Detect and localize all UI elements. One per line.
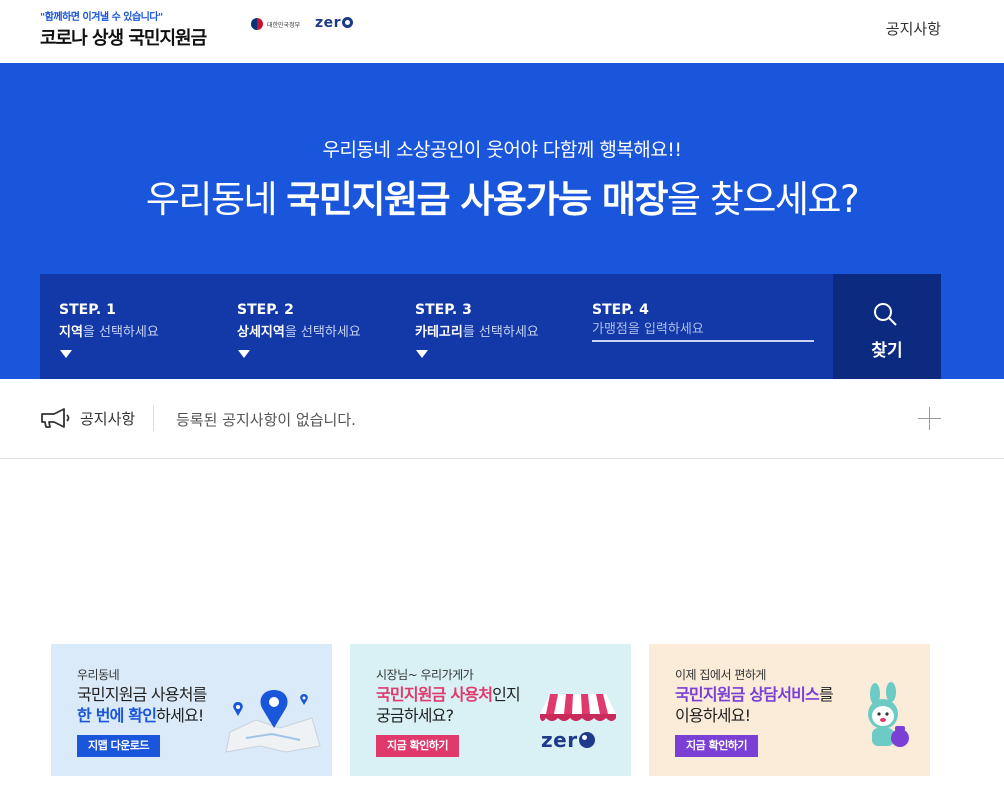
banner-2-small: 시장님~ 우리가게가 bbox=[376, 668, 474, 682]
step-2-label: STEP. 2 bbox=[237, 302, 294, 318]
taegeuk-icon bbox=[251, 18, 263, 30]
gov-label: 대한민국정부 bbox=[267, 21, 301, 29]
rabbit-mascot-icon bbox=[868, 682, 909, 747]
find-button-label: 찾기 bbox=[871, 341, 903, 361]
step-2-hint-text: 을 선택하세요 bbox=[284, 325, 361, 340]
hero-title-bold: 국민지원금 사용가능 매장 bbox=[286, 178, 668, 221]
banner-3-headline: 국민지원금 상담서비스를 이용하세요! bbox=[675, 684, 834, 726]
notice-title: 공지사항 bbox=[80, 410, 136, 428]
zeropay-logo: zer bbox=[315, 15, 354, 31]
banner-map-download[interactable]: 우리동네 국민지원금 사용처를 한 번에 확인하세요! 지맵 다운로드 bbox=[51, 644, 332, 776]
step-category-select[interactable]: STEP. 3 카테고리를 선택하세요 bbox=[415, 302, 539, 358]
banner-2-line1-accent: 국민지원금 사용처 bbox=[376, 685, 493, 704]
step-2-hint: 상세지역을 선택하세요 bbox=[237, 321, 361, 340]
step-3-hint: 카테고리를 선택하세요 bbox=[415, 321, 539, 340]
hero-title-pre: 우리동네 bbox=[145, 178, 287, 221]
consult-button[interactable]: 지금 확인하기 bbox=[675, 735, 759, 757]
step-region-select[interactable]: STEP. 1 지역을 선택하세요 bbox=[59, 302, 159, 358]
site-logo[interactable]: "함께하면 이겨낼 수 있습니다" 코로나 상생 국민지원금 bbox=[40, 8, 207, 50]
banner-2-headline: 국민지원금 사용처인지 궁금하세요? bbox=[376, 684, 521, 726]
store-check-button[interactable]: 지금 확인하기 bbox=[376, 735, 460, 757]
find-button[interactable]: 찾기 bbox=[833, 274, 941, 379]
store-name-input[interactable] bbox=[592, 319, 814, 342]
step-1-hint-bold: 지역 bbox=[59, 325, 83, 340]
banner-2-line2: 궁금하세요? bbox=[376, 706, 454, 725]
banner-3-line1-wrap: 국민지원금 상담서비스를 bbox=[675, 684, 834, 705]
store-search-bar: STEP. 1 지역을 선택하세요 STEP. 2 상세지역을 선택하세요 ST… bbox=[40, 274, 941, 379]
plus-icon[interactable] bbox=[918, 407, 941, 430]
banner-3-small: 이제 집에서 편하게 bbox=[675, 668, 766, 682]
notice-divider bbox=[153, 405, 154, 431]
logo-slogan: "함께하면 이겨낼 수 있습니다" bbox=[40, 12, 163, 23]
hero-subtitle: 우리동네 소상공인이 웃어야 다함께 행복해요!! bbox=[322, 139, 682, 161]
step-3-label: STEP. 3 bbox=[415, 302, 472, 318]
map-download-button[interactable]: 지맵 다운로드 bbox=[77, 735, 161, 757]
map-pin-icon bbox=[225, 690, 321, 753]
step-3-hint-text: 를 선택하세요 bbox=[462, 325, 539, 340]
gov-logo: 대한민국정부 bbox=[251, 18, 300, 30]
zeropay-o-icon bbox=[578, 732, 595, 748]
banner-2-line1: 인지 bbox=[492, 685, 521, 704]
caret-down-icon[interactable] bbox=[60, 350, 72, 358]
step-1-label: STEP. 1 bbox=[59, 302, 116, 318]
megaphone-icon bbox=[41, 408, 70, 428]
banner-consult-service[interactable]: 이제 집에서 편하게 국민지원금 상담서비스를 이용하세요! 지금 확인하기 bbox=[649, 644, 930, 776]
step-store-input-group: STEP. 4 bbox=[592, 302, 814, 342]
step-1-hint-text: 을 선택하세요 bbox=[82, 325, 159, 340]
storefront-awning-icon bbox=[540, 694, 616, 721]
banner-1-line2-wrap: 한 번에 확인하세요! bbox=[77, 705, 207, 726]
search-icon bbox=[874, 303, 897, 326]
step-3-hint-bold: 카테고리 bbox=[415, 325, 463, 340]
hero-title-post: 을 찾으세요? bbox=[667, 178, 860, 221]
step-1-hint: 지역을 선택하세요 bbox=[59, 321, 159, 340]
notice-strip: 공지사항 등록된 공지사항이 없습니다. bbox=[0, 379, 1004, 459]
zeropay-logo-text: zer bbox=[315, 15, 342, 31]
caret-down-icon[interactable] bbox=[238, 350, 250, 358]
banner-1-line2: 하세요! bbox=[156, 706, 204, 725]
banner-1-small: 우리동네 bbox=[77, 668, 120, 682]
notice-text[interactable]: 등록된 공지사항이 없습니다. bbox=[176, 409, 356, 430]
step-subregion-select[interactable]: STEP. 2 상세지역을 선택하세요 bbox=[237, 302, 361, 358]
nav-notice-link[interactable]: 공지사항 bbox=[886, 18, 941, 39]
zeropay-o-icon bbox=[342, 17, 354, 28]
banner-2-line1-wrap: 국민지원금 사용처인지 bbox=[376, 684, 521, 705]
step-2-hint-bold: 상세지역 bbox=[237, 325, 285, 340]
banner-1-headline: 국민지원금 사용처를 한 번에 확인하세요! bbox=[77, 684, 207, 726]
banner-2-logo-text: zer bbox=[541, 728, 578, 752]
step-4-label: STEP. 4 bbox=[592, 302, 649, 318]
banner-store-check[interactable]: 시장님~ 우리가게가 국민지원금 사용처인지 궁금하세요? 지금 확인하기 ze… bbox=[350, 644, 631, 776]
banner-3-line2: 이용하세요! bbox=[675, 706, 751, 725]
banner-3-line1-accent: 국민지원금 상담서비스 bbox=[675, 685, 820, 704]
hero-title: 우리동네 국민지원금 사용가능 매장을 찾으세요? bbox=[0, 169, 1004, 223]
site-header: "함께하면 이겨낼 수 있습니다" 코로나 상생 국민지원금 대한민국정부 ze… bbox=[0, 0, 1004, 63]
caret-down-icon[interactable] bbox=[416, 350, 428, 358]
zeropay-logo: zer bbox=[541, 728, 595, 752]
banner-1-line1: 국민지원금 사용처를 bbox=[77, 685, 207, 704]
logo-title: 코로나 상생 국민지원금 bbox=[40, 28, 207, 49]
banner-3-line1: 를 bbox=[818, 685, 834, 704]
banner-1-line2-accent: 한 번에 확인 bbox=[77, 706, 157, 725]
